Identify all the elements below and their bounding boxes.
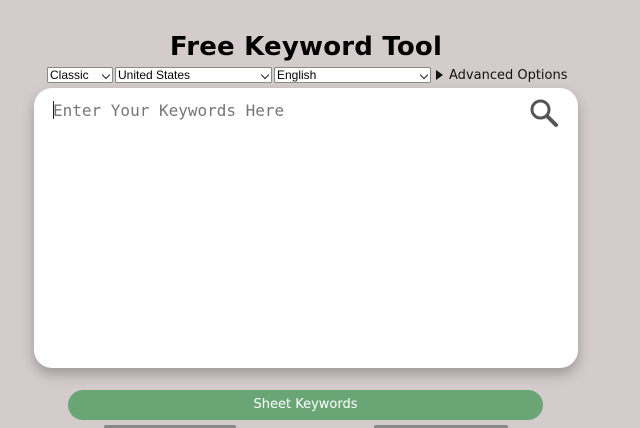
page-title: Free Keyword Tool: [169, 32, 443, 62]
chevron-down-icon: [419, 70, 429, 80]
triangle-right-icon: [436, 70, 443, 80]
text-cursor: [53, 101, 54, 119]
country-select[interactable]: United States: [115, 67, 272, 83]
sheet-keywords-button[interactable]: Sheet Keywords: [68, 390, 543, 420]
chevron-down-icon: [260, 70, 270, 80]
page: Free Keyword Tool Classic United States …: [0, 0, 640, 428]
search-button[interactable]: [528, 97, 560, 129]
advanced-options-label: Advanced Options: [449, 67, 568, 83]
options-bar: Classic United States English Advanced O…: [47, 66, 568, 84]
country-select-value: United States: [118, 68, 191, 82]
chevron-down-icon: [101, 70, 111, 80]
search-icon: [530, 99, 558, 127]
language-select-value: English: [277, 68, 317, 82]
mode-select-value: Classic: [50, 68, 89, 82]
language-select[interactable]: English: [274, 67, 431, 83]
mode-select[interactable]: Classic: [47, 67, 113, 83]
keyword-input[interactable]: [53, 98, 513, 122]
keyword-input-card: [34, 88, 578, 368]
advanced-options-toggle[interactable]: Advanced Options: [436, 68, 568, 83]
